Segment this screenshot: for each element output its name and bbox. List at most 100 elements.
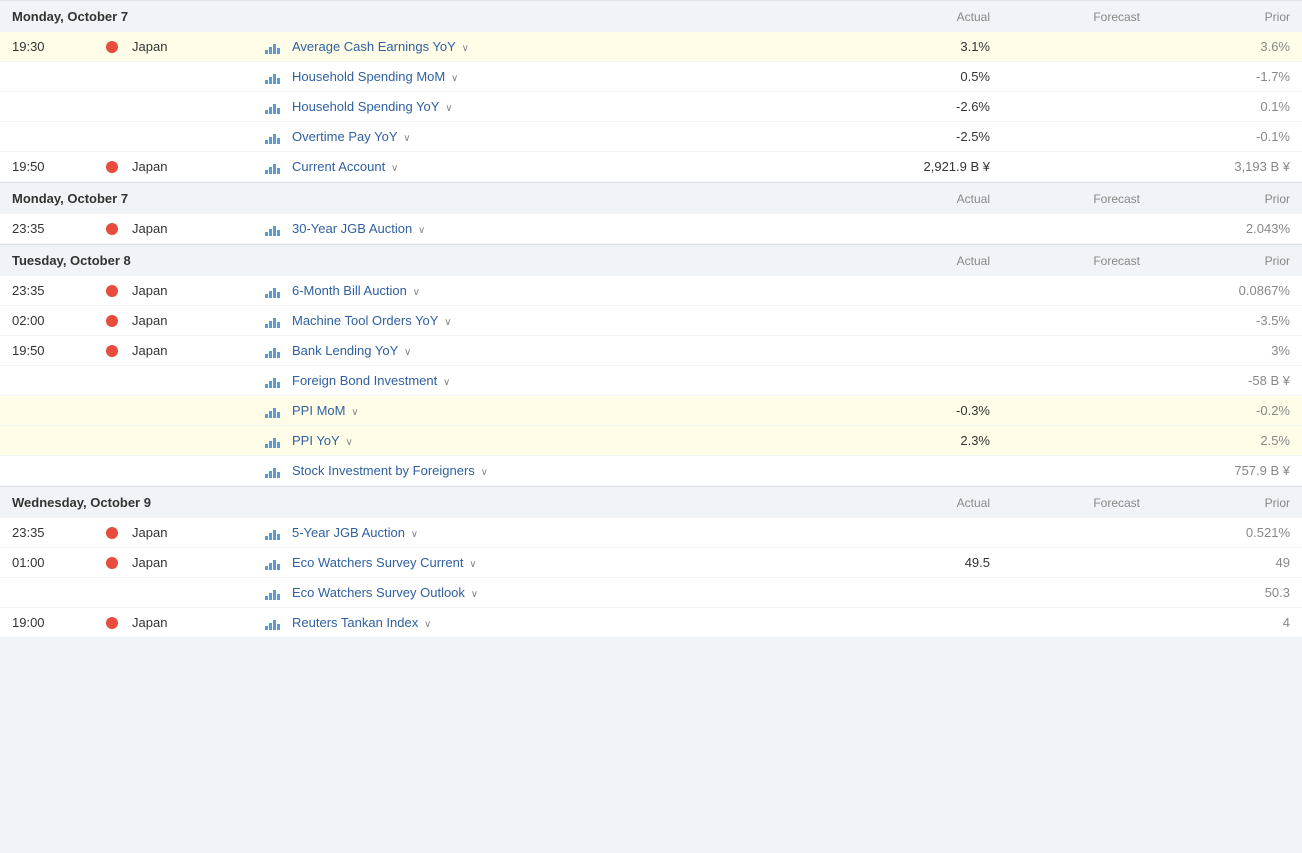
chart-cell[interactable] <box>252 314 292 328</box>
chart-cell[interactable] <box>252 344 292 358</box>
event-name[interactable]: Eco Watchers Survey Outlook ∨ <box>292 585 840 600</box>
event-name[interactable]: PPI MoM ∨ <box>292 403 840 418</box>
event-country: Japan <box>132 313 252 328</box>
chevron-down-icon: ∨ <box>466 559 476 570</box>
event-actual: -2.5% <box>840 129 990 144</box>
day-title: Tuesday, October 8 <box>12 253 840 268</box>
header-forecast-label: Forecast <box>990 254 1140 268</box>
event-name[interactable]: Machine Tool Orders YoY ∨ <box>292 313 840 328</box>
event-row: 23:35 Japan 5-Year JGB Auction ∨ 0.521% <box>0 518 1302 548</box>
event-country: Japan <box>132 343 252 358</box>
event-flag <box>92 285 132 297</box>
chart-cell[interactable] <box>252 222 292 236</box>
header-actual-label: Actual <box>840 192 990 206</box>
event-time: 19:50 <box>12 343 92 358</box>
header-prior-label: Prior <box>1140 10 1290 24</box>
event-row: 19:50JapanBank Lending YoY ∨3% <box>0 336 1302 366</box>
country-flag <box>106 527 118 539</box>
event-name[interactable]: Average Cash Earnings YoY ∨ <box>292 39 840 54</box>
event-name[interactable]: 30-Year JGB Auction ∨ <box>292 221 840 236</box>
event-name[interactable]: 6-Month Bill Auction ∨ <box>292 283 840 298</box>
chevron-down-icon: ∨ <box>410 287 420 298</box>
chart-cell[interactable] <box>252 284 292 298</box>
event-prior: -1.7% <box>1140 69 1290 84</box>
chart-cell[interactable] <box>252 586 292 600</box>
chart-cell[interactable] <box>252 374 292 388</box>
event-row: 02:00JapanMachine Tool Orders YoY ∨-3.5% <box>0 306 1302 336</box>
chart-cell[interactable] <box>252 40 292 54</box>
event-flag <box>92 617 132 629</box>
country-flag <box>106 285 118 297</box>
chevron-down-icon: ∨ <box>440 377 450 388</box>
country-flag <box>106 315 118 327</box>
chevron-down-icon: ∨ <box>401 347 411 358</box>
event-actual: 3.1% <box>840 39 990 54</box>
event-row: 23:35Japan6-Month Bill Auction ∨0.0867% <box>0 276 1302 306</box>
chart-icon <box>265 526 280 540</box>
event-country: Japan <box>132 555 252 570</box>
chart-cell[interactable] <box>252 130 292 144</box>
header-actual-label: Actual <box>840 10 990 24</box>
event-time: 02:00 <box>12 313 92 328</box>
chevron-down-icon: ∨ <box>448 73 458 84</box>
chart-icon <box>265 556 280 570</box>
event-name[interactable]: Bank Lending YoY ∨ <box>292 343 840 358</box>
day-title: Wednesday, October 9 <box>12 495 840 510</box>
day-header: Monday, October 7ActualForecastPrior <box>0 0 1302 32</box>
chart-icon <box>265 434 280 448</box>
event-name[interactable]: Stock Investment by Foreigners ∨ <box>292 463 840 478</box>
day-title: Monday, October 7 <box>12 9 840 24</box>
event-name[interactable]: PPI YoY ∨ <box>292 433 840 448</box>
event-name[interactable]: Household Spending MoM ∨ <box>292 69 840 84</box>
chart-cell[interactable] <box>252 616 292 630</box>
chevron-down-icon: ∨ <box>408 529 418 540</box>
event-name[interactable]: Overtime Pay YoY ∨ <box>292 129 840 144</box>
chart-cell[interactable] <box>252 434 292 448</box>
chart-icon <box>265 40 280 54</box>
event-flag <box>92 345 132 357</box>
event-row: PPI YoY ∨2.3%2.5% <box>0 426 1302 456</box>
event-prior: 757.9 B ¥ <box>1140 463 1290 478</box>
chevron-down-icon: ∨ <box>388 163 398 174</box>
event-row: Eco Watchers Survey Outlook ∨50.3 <box>0 578 1302 608</box>
event-name[interactable]: Foreign Bond Investment ∨ <box>292 373 840 388</box>
event-name[interactable]: Current Account ∨ <box>292 159 840 174</box>
chart-icon <box>265 160 280 174</box>
event-flag <box>92 557 132 569</box>
day-header: Wednesday, October 9ActualForecastPrior <box>0 486 1302 518</box>
event-country: Japan <box>132 525 252 540</box>
event-prior: 0.0867% <box>1140 283 1290 298</box>
chart-icon <box>265 284 280 298</box>
event-row: 19:30JapanAverage Cash Earnings YoY ∨3.1… <box>0 32 1302 62</box>
chevron-down-icon: ∨ <box>343 437 353 448</box>
event-prior: -58 B ¥ <box>1140 373 1290 388</box>
event-prior: 3.6% <box>1140 39 1290 54</box>
event-row: PPI MoM ∨-0.3%-0.2% <box>0 396 1302 426</box>
chart-cell[interactable] <box>252 526 292 540</box>
event-actual: 2,921.9 B ¥ <box>840 159 990 174</box>
chart-cell[interactable] <box>252 70 292 84</box>
event-name[interactable]: Reuters Tankan Index ∨ <box>292 615 840 630</box>
event-row: Household Spending MoM ∨0.5%-1.7% <box>0 62 1302 92</box>
event-actual: -0.3% <box>840 403 990 418</box>
chart-cell[interactable] <box>252 100 292 114</box>
chart-icon <box>265 586 280 600</box>
chart-icon <box>265 404 280 418</box>
chart-icon <box>265 344 280 358</box>
day-title: Monday, October 7 <box>12 191 840 206</box>
event-prior: 4 <box>1140 615 1290 630</box>
event-name[interactable]: 5-Year JGB Auction ∨ <box>292 525 840 540</box>
event-row: 23:35Japan30-Year JGB Auction ∨2.043% <box>0 214 1302 244</box>
event-name[interactable]: Household Spending YoY ∨ <box>292 99 840 114</box>
day-header: Tuesday, October 8ActualForecastPrior <box>0 244 1302 276</box>
event-name[interactable]: Eco Watchers Survey Current ∨ <box>292 555 840 570</box>
country-flag <box>106 223 118 235</box>
event-prior: 0.521% <box>1140 525 1290 540</box>
chart-cell[interactable] <box>252 404 292 418</box>
event-time: 23:35 <box>12 221 92 236</box>
chart-cell[interactable] <box>252 160 292 174</box>
chart-cell[interactable] <box>252 556 292 570</box>
header-actual-label: Actual <box>840 496 990 510</box>
chart-cell[interactable] <box>252 464 292 478</box>
event-time: 23:35 <box>12 525 92 540</box>
